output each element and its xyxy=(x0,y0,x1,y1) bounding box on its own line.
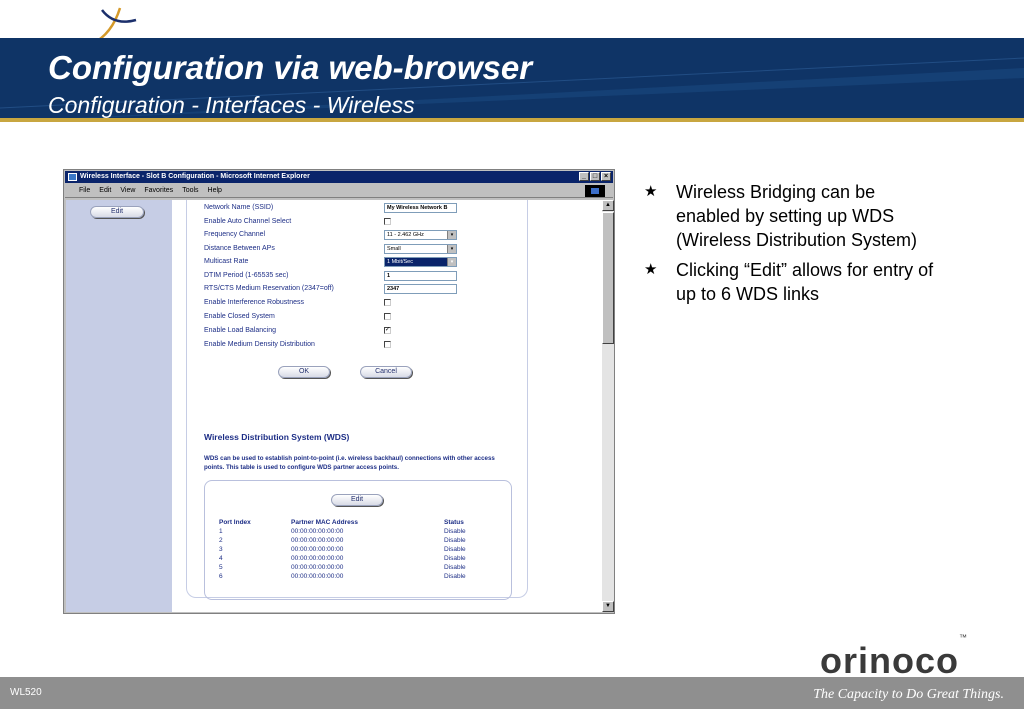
bullet-list: ★ Wireless Bridging can be enabled by se… xyxy=(644,180,944,312)
wds-heading: Wireless Distribution System (WDS) xyxy=(204,432,350,442)
slide-subtitle: Configuration - Interfaces - Wireless xyxy=(48,92,415,118)
star-bullet-icon: ★ xyxy=(644,183,658,200)
bullet-item: ★ Wireless Bridging can be enabled by se… xyxy=(644,180,944,252)
menu-file[interactable]: File xyxy=(79,184,90,197)
wds-col-mac: Partner MAC Address xyxy=(291,519,358,526)
medium-density-checkbox[interactable] xyxy=(384,341,391,348)
scroll-thumb[interactable] xyxy=(602,212,614,344)
bullet-text: Wireless Bridging can be enabled by sett… xyxy=(676,182,918,250)
browser-titlebar: Wireless Interface - Slot B Configuratio… xyxy=(65,171,613,183)
browser-window-title: Wireless Interface - Slot B Configuratio… xyxy=(80,173,310,180)
wds-row-status: Disable xyxy=(444,573,466,580)
star-bullet-icon: ★ xyxy=(644,261,658,278)
form-label-frequency: Frequency Channel xyxy=(204,231,266,238)
slide-title: Configuration via web-browser xyxy=(48,49,533,86)
frequency-select[interactable]: 11 - 2.462 GHz ▾ xyxy=(384,230,457,240)
wds-row-port: 3 xyxy=(219,546,223,553)
menu-tools[interactable]: Tools xyxy=(182,184,198,197)
menu-view[interactable]: View xyxy=(120,184,135,197)
wds-row-status: Disable xyxy=(444,528,466,535)
wds-row-mac: 00:00:00:00:00:00 xyxy=(291,528,344,535)
wds-col-port-index: Port Index xyxy=(219,519,251,526)
maximize-button[interactable]: □ xyxy=(590,172,600,181)
slide: Configuration via web-browser Configurat… xyxy=(0,0,1024,709)
left-edit-button[interactable]: Edit xyxy=(90,206,144,218)
left-nav-frame: Edit xyxy=(66,200,172,612)
scroll-up-arrow-icon[interactable]: ▲ xyxy=(602,200,614,211)
dropdown-arrow-icon: ▾ xyxy=(447,245,456,253)
wds-table-panel: Edit Port Index Partner MAC Address Stat… xyxy=(204,480,512,600)
title-band: Configuration via web-browser Configurat… xyxy=(0,38,1024,122)
dropdown-arrow-icon: ▾ xyxy=(447,258,456,266)
ie-app-icon xyxy=(68,173,77,181)
logo-bar xyxy=(0,0,1024,46)
form-label-medium-density: Enable Medium Density Distribution xyxy=(204,341,315,348)
menu-edit[interactable]: Edit xyxy=(99,184,111,197)
closed-system-checkbox[interactable] xyxy=(384,313,391,320)
form-label-load-balancing: Enable Load Balancing xyxy=(204,327,277,334)
footer-tagline: The Capacity to Do Great Things. xyxy=(813,687,1004,702)
wds-row-status: Disable xyxy=(444,546,466,553)
form-label-rts: RTS/CTS Medium Reservation (2347=off) xyxy=(204,285,334,292)
wds-row-status: Disable xyxy=(444,537,466,544)
wds-row-status: Disable xyxy=(444,564,466,571)
rts-input[interactable]: 2347 xyxy=(384,284,457,294)
title-divider xyxy=(0,118,1024,122)
form-label-multicast: Multicast Rate xyxy=(204,258,249,265)
wds-row-port: 4 xyxy=(219,555,223,562)
multicast-select-value: 1 Mbit/Sec xyxy=(387,259,413,265)
scroll-down-arrow-icon[interactable]: ▼ xyxy=(602,601,614,612)
wds-row-mac: 00:00:00:00:00:00 xyxy=(291,537,344,544)
browser-window: Wireless Interface - Slot B Configuratio… xyxy=(63,169,615,614)
wds-row-port: 6 xyxy=(219,573,223,580)
form-label-auto-channel: Enable Auto Channel Select xyxy=(204,218,292,225)
interference-checkbox[interactable] xyxy=(384,299,391,306)
bullet-item: ★ Clicking “Edit” allows for entry of up… xyxy=(644,258,944,306)
form-label-closed-system: Enable Closed System xyxy=(204,313,275,320)
distance-select[interactable]: Small ▾ xyxy=(384,244,457,254)
orinoco-logo-text: orinoco xyxy=(820,640,959,681)
trademark-symbol: ™ xyxy=(959,633,968,642)
dropdown-arrow-icon: ▾ xyxy=(447,231,456,239)
wds-row-mac: 00:00:00:00:00:00 xyxy=(291,546,344,553)
wds-edit-button[interactable]: Edit xyxy=(331,494,383,506)
bullet-text: Clicking “Edit” allows for entry of up t… xyxy=(676,260,934,304)
frequency-select-value: 11 - 2.462 GHz xyxy=(387,232,424,238)
form-label-dtim: DTIM Period (1-65535 sec) xyxy=(204,272,289,279)
footer-product-code: WL520 xyxy=(10,687,42,698)
footer-bar: WL520 The Capacity to Do Great Things. xyxy=(0,677,1024,709)
ok-button[interactable]: OK xyxy=(278,366,330,378)
form-label-distance: Distance Between APs xyxy=(204,245,275,252)
wds-row-mac: 00:00:00:00:00:00 xyxy=(291,555,344,562)
cancel-button[interactable]: Cancel xyxy=(360,366,412,378)
ssid-input[interactable]: My Wireless Network B xyxy=(384,203,457,213)
windows-logo-icon xyxy=(585,185,605,197)
minimize-button[interactable]: _ xyxy=(579,172,589,181)
load-balancing-checkbox[interactable]: ✓ xyxy=(384,327,391,334)
orinoco-logo: orinoco™ xyxy=(820,633,968,682)
dtim-input[interactable]: 1 xyxy=(384,271,457,281)
wds-col-status: Status xyxy=(444,519,464,526)
close-button[interactable]: × xyxy=(601,172,611,181)
distance-select-value: Small xyxy=(387,246,401,252)
wds-row-mac: 00:00:00:00:00:00 xyxy=(291,564,344,571)
browser-content: Edit Network Name (SSID) My Wireless Net… xyxy=(66,200,602,612)
wds-row-mac: 00:00:00:00:00:00 xyxy=(291,573,344,580)
auto-channel-checkbox[interactable] xyxy=(384,218,391,225)
wds-row-port: 1 xyxy=(219,528,223,535)
menu-favorites[interactable]: Favorites xyxy=(144,184,173,197)
wds-row-port: 5 xyxy=(219,564,223,571)
menu-help[interactable]: Help xyxy=(208,184,222,197)
browser-menubar: File Edit View Favorites Tools Help xyxy=(65,184,613,198)
form-label-interference: Enable Interference Robustness xyxy=(204,299,305,306)
form-label-ssid: Network Name (SSID) xyxy=(204,204,274,211)
wds-row-status: Disable xyxy=(444,555,466,562)
multicast-select[interactable]: 1 Mbit/Sec ▾ xyxy=(384,257,457,267)
vertical-scrollbar[interactable]: ▲ ▼ xyxy=(602,200,614,612)
wds-row-port: 2 xyxy=(219,537,223,544)
wds-description: WDS can be used to establish point-to-po… xyxy=(204,455,495,471)
